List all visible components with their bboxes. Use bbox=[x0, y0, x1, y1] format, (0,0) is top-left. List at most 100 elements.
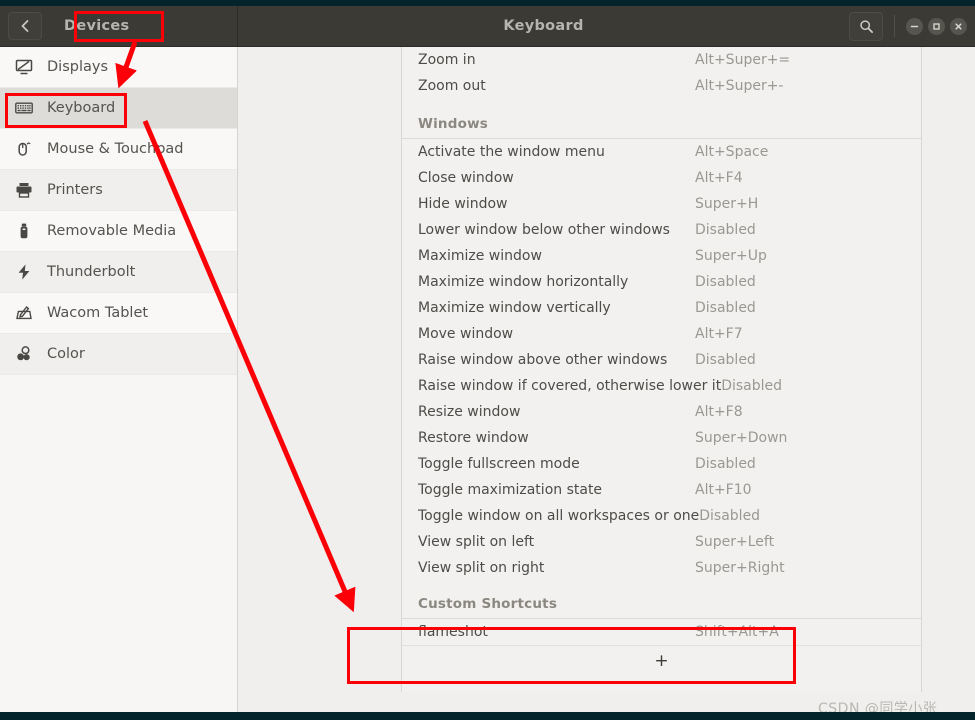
title-bar-right-pane bbox=[849, 6, 975, 47]
shortcut-name: Raise window above other windows bbox=[418, 352, 668, 368]
shortcut-accel: Disabled bbox=[699, 508, 761, 524]
title-bar-separator bbox=[894, 15, 895, 37]
sidebar: Displays Keyboard Mouse & Touchpad Print… bbox=[0, 47, 238, 712]
close-icon bbox=[955, 22, 962, 30]
search-button[interactable] bbox=[849, 11, 883, 41]
chevron-left-icon bbox=[21, 20, 29, 32]
shortcut-accel: Alt+F7 bbox=[695, 326, 743, 342]
usb-drive-icon bbox=[13, 220, 35, 242]
shortcut-row-flameshot[interactable]: flameshot Shift+Alt+A bbox=[402, 619, 921, 645]
shortcut-name: View split on left bbox=[418, 534, 535, 550]
sidebar-item-mouse-touchpad[interactable]: Mouse & Touchpad bbox=[0, 129, 237, 170]
shortcut-accel: Disabled bbox=[695, 300, 756, 316]
sidebar-item-wacom-tablet[interactable]: Wacom Tablet bbox=[0, 293, 237, 334]
shortcut-accel: Alt+Super+= bbox=[695, 52, 791, 68]
shortcut-accel: Disabled bbox=[695, 456, 756, 472]
shortcut-name: Toggle fullscreen mode bbox=[418, 456, 580, 472]
settings-window: Devices Keyboard Displays Keyboard Mouse… bbox=[0, 6, 975, 712]
shortcut-row-zoom-out[interactable]: Zoom out Alt+Super+- bbox=[402, 73, 921, 99]
shortcut-accel: Shift+Alt+A bbox=[695, 624, 779, 640]
add-custom-shortcut-button[interactable]: + bbox=[402, 645, 921, 675]
sidebar-item-label: Keyboard bbox=[47, 100, 116, 116]
shortcut-accel: Super+H bbox=[695, 196, 759, 212]
shortcut-row-move-window[interactable]: Move window Alt+F7 bbox=[402, 321, 921, 347]
sidebar-item-printers[interactable]: Printers bbox=[0, 170, 237, 211]
shortcut-name: Toggle maximization state bbox=[418, 482, 603, 498]
shortcut-name: flameshot bbox=[418, 624, 488, 640]
shortcut-accel: Alt+Space bbox=[695, 144, 769, 160]
keyboard-icon bbox=[13, 97, 35, 119]
search-icon bbox=[859, 19, 873, 33]
shortcut-name: Maximize window bbox=[418, 248, 542, 264]
sidebar-item-label: Printers bbox=[47, 182, 103, 198]
shortcut-name: Hide window bbox=[418, 196, 508, 212]
shortcut-accel: Disabled bbox=[695, 352, 756, 368]
shortcut-accel: Disabled bbox=[721, 378, 783, 394]
display-icon bbox=[13, 56, 35, 78]
shortcut-row-maximize-horizontally[interactable]: Maximize window horizontally Disabled bbox=[402, 269, 921, 295]
shortcut-accel: Alt+F10 bbox=[695, 482, 752, 498]
shortcut-row-toggle-maximization[interactable]: Toggle maximization state Alt+F10 bbox=[402, 477, 921, 503]
shortcut-row-view-split-right[interactable]: View split on right Super+Right bbox=[402, 555, 921, 581]
sidebar-item-removable-media[interactable]: Removable Media bbox=[0, 211, 237, 252]
shortcut-row-hide-window[interactable]: Hide window Super+H bbox=[402, 191, 921, 217]
shortcut-accel: Super+Up bbox=[695, 248, 767, 264]
minimize-button[interactable] bbox=[906, 17, 923, 35]
shortcut-row-toggle-fullscreen[interactable]: Toggle fullscreen mode Disabled bbox=[402, 451, 921, 477]
shortcut-name: Close window bbox=[418, 170, 514, 186]
shortcut-row-resize-window[interactable]: Resize window Alt+F8 bbox=[402, 399, 921, 425]
shortcut-row-restore-window[interactable]: Restore window Super+Down bbox=[402, 425, 921, 451]
shortcut-accel: Disabled bbox=[695, 274, 756, 290]
shortcut-row-zoom-in[interactable]: Zoom in Alt+Super+= bbox=[402, 47, 921, 73]
screen: Devices Keyboard Displays Keyboard Mouse… bbox=[0, 0, 975, 720]
wacom-tablet-icon bbox=[13, 302, 35, 324]
shortcut-accel: Alt+F4 bbox=[695, 170, 743, 186]
sidebar-item-label: Thunderbolt bbox=[47, 264, 136, 280]
shortcut-row-toggle-all-workspaces[interactable]: Toggle window on all workspaces or one D… bbox=[402, 503, 921, 529]
shortcut-row-maximize-vertically[interactable]: Maximize window vertically Disabled bbox=[402, 295, 921, 321]
shortcut-row-raise-window-above[interactable]: Raise window above other windows Disable… bbox=[402, 347, 921, 373]
thunderbolt-icon bbox=[13, 261, 35, 283]
sidebar-item-thunderbolt[interactable]: Thunderbolt bbox=[0, 252, 237, 293]
group-header-custom-shortcuts: Custom Shortcuts bbox=[402, 581, 921, 619]
maximize-icon bbox=[933, 22, 940, 30]
content-area: Zoom in Alt+Super+= Zoom out Alt+Super+-… bbox=[238, 47, 975, 712]
shortcut-row-maximize-window[interactable]: Maximize window Super+Up bbox=[402, 243, 921, 269]
shortcut-name: Maximize window vertically bbox=[418, 300, 611, 316]
sidebar-item-label: Removable Media bbox=[47, 223, 177, 239]
minimize-icon bbox=[910, 25, 919, 27]
shortcut-accel: Super+Left bbox=[695, 534, 775, 550]
shortcuts-list-panel: Zoom in Alt+Super+= Zoom out Alt+Super+-… bbox=[401, 47, 922, 692]
shortcut-name: Zoom out bbox=[418, 78, 486, 94]
shortcut-row-activate-window-menu[interactable]: Activate the window menu Alt+Space bbox=[402, 139, 921, 165]
shortcut-accel: Alt+F8 bbox=[695, 404, 743, 420]
maximize-button[interactable] bbox=[928, 17, 945, 35]
sidebar-item-keyboard[interactable]: Keyboard bbox=[0, 88, 237, 129]
shortcut-row-close-window[interactable]: Close window Alt+F4 bbox=[402, 165, 921, 191]
color-profile-icon bbox=[13, 343, 35, 365]
desktop-strip-bottom bbox=[0, 712, 975, 720]
title-bar: Devices Keyboard bbox=[0, 6, 975, 47]
shortcut-name: Activate the window menu bbox=[418, 144, 605, 160]
back-button[interactable] bbox=[8, 12, 42, 40]
shortcut-name: Maximize window horizontally bbox=[418, 274, 629, 290]
shortcut-row-raise-window-if-covered[interactable]: Raise window if covered, otherwise lower… bbox=[402, 373, 921, 399]
shortcut-accel: Alt+Super+- bbox=[695, 78, 784, 94]
sidebar-item-label: Color bbox=[47, 346, 85, 362]
sidebar-item-displays[interactable]: Displays bbox=[0, 47, 237, 88]
title-bar-left-pane: Devices bbox=[0, 6, 238, 47]
close-button[interactable] bbox=[950, 17, 967, 35]
shortcut-name: Zoom in bbox=[418, 52, 476, 68]
sidebar-item-color[interactable]: Color bbox=[0, 334, 237, 375]
sidebar-item-label: Displays bbox=[47, 59, 109, 75]
devices-panel-label: Devices bbox=[64, 18, 130, 34]
window-body: Displays Keyboard Mouse & Touchpad Print… bbox=[0, 47, 975, 712]
shortcut-accel: Super+Down bbox=[695, 430, 788, 446]
shortcut-name: Lower window below other windows bbox=[418, 222, 670, 238]
shortcut-name: Move window bbox=[418, 326, 514, 342]
shortcut-name: Resize window bbox=[418, 404, 521, 420]
shortcut-row-lower-window[interactable]: Lower window below other windows Disable… bbox=[402, 217, 921, 243]
shortcut-accel: Disabled bbox=[695, 222, 756, 238]
shortcut-row-view-split-left[interactable]: View split on left Super+Left bbox=[402, 529, 921, 555]
shortcut-name: Restore window bbox=[418, 430, 529, 446]
